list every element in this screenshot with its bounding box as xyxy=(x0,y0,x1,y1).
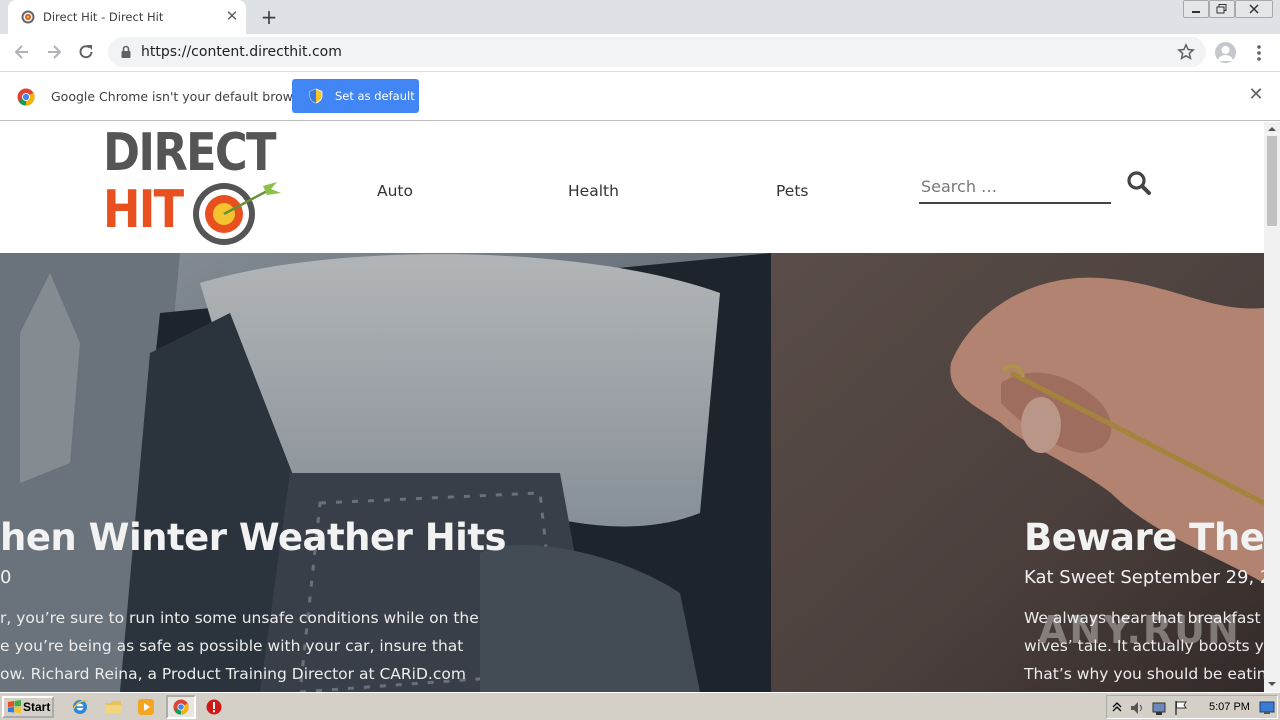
vertical-scrollbar[interactable] xyxy=(1264,122,1280,692)
taskbar-chrome-button[interactable] xyxy=(166,695,196,719)
site-favicon-icon xyxy=(21,10,35,24)
browser-toolbar: https://content.directhit.com xyxy=(0,34,1280,71)
target-arrow-icon xyxy=(193,182,281,245)
back-arrow-icon[interactable] xyxy=(12,42,32,62)
direct-hit-logo[interactable]: DIRECT HIT xyxy=(103,127,283,247)
new-tab-button[interactable]: + xyxy=(258,6,280,28)
tab-strip: Direct Hit - Direct Hit ✕ + xyxy=(0,0,1280,34)
article-title[interactable]: hen Winter Weather Hits xyxy=(0,516,507,559)
reload-icon[interactable] xyxy=(76,42,96,62)
scroll-up-arrow-icon[interactable] xyxy=(1268,125,1276,133)
profile-avatar-icon[interactable] xyxy=(1215,42,1236,63)
file-explorer-icon[interactable] xyxy=(104,698,122,716)
security-alert-icon[interactable] xyxy=(205,698,223,716)
minimize-button[interactable] xyxy=(1183,0,1209,18)
logo-line-hit: HIT xyxy=(103,180,184,240)
logo-line-direct: DIRECT xyxy=(103,123,276,183)
forward-arrow-icon[interactable] xyxy=(44,42,64,62)
volume-icon[interactable] xyxy=(1129,700,1145,716)
start-label: Start xyxy=(23,700,51,714)
article-meta: Kat Sweet September 29, 2 xyxy=(1024,567,1264,588)
url-text: https://content.directhit.com xyxy=(141,44,342,60)
page-viewport: DIRECT HIT Auto Health Pets Search … hen… xyxy=(0,122,1264,692)
article-title[interactable]: Beware These xyxy=(1024,516,1264,559)
close-window-icon xyxy=(1249,4,1259,14)
uac-shield-icon xyxy=(309,88,323,104)
start-button[interactable]: Start xyxy=(2,696,54,718)
tab-title: Direct Hit - Direct Hit xyxy=(43,10,164,24)
system-tray: 5:07 PM xyxy=(1106,695,1278,719)
excerpt-line: e you’re being as safe as possible with … xyxy=(0,637,464,655)
show-desktop-icon[interactable] xyxy=(1259,700,1275,716)
excerpt-line: That’s why you should be eatin xyxy=(1024,665,1264,683)
restore-icon xyxy=(1216,4,1227,14)
default-browser-infobar: Google Chrome isn't your default browser… xyxy=(0,71,1280,121)
windows-taskbar: Start 5:07 PM xyxy=(0,692,1280,720)
infobar-message: Google Chrome isn't your default browser xyxy=(51,89,313,104)
internet-explorer-icon[interactable] xyxy=(71,698,89,716)
excerpt-line: ow. Richard Reina, a Product Training Di… xyxy=(0,665,466,683)
clock[interactable]: 5:07 PM xyxy=(1209,701,1250,713)
tab-direct-hit[interactable]: Direct Hit - Direct Hit ✕ xyxy=(8,0,246,34)
article-meta: 0 xyxy=(0,567,12,588)
chrome-taskbar-icon xyxy=(173,699,189,715)
scroll-down-arrow-icon[interactable] xyxy=(1268,680,1276,688)
nav-health[interactable]: Health xyxy=(568,182,619,200)
action-center-flag-icon[interactable] xyxy=(1173,700,1189,716)
close-window-button[interactable] xyxy=(1235,0,1273,18)
network-icon[interactable] xyxy=(1151,700,1167,716)
windows-flag-icon xyxy=(8,700,21,713)
restore-button[interactable] xyxy=(1209,0,1235,18)
tab-close-icon[interactable]: ✕ xyxy=(224,8,240,24)
chrome-logo-icon xyxy=(17,88,35,106)
search-icon[interactable] xyxy=(1126,170,1152,196)
set-as-default-button[interactable]: Set as default xyxy=(292,79,419,113)
article-card-winter[interactable]: hen Winter Weather Hits 0 r, you’re sure… xyxy=(0,253,771,692)
anyrun-watermark: ANY.RUN xyxy=(1038,608,1241,652)
address-bar[interactable]: https://content.directhit.com xyxy=(108,37,1206,67)
set-as-default-label: Set as default xyxy=(335,89,415,103)
nav-pets[interactable]: Pets xyxy=(776,182,808,200)
article-excerpt: r, you’re sure to run into some unsafe c… xyxy=(0,604,479,688)
site-search xyxy=(919,172,1111,204)
nav-auto[interactable]: Auto xyxy=(377,182,413,200)
lock-icon xyxy=(121,45,131,58)
excerpt-line: r, you’re sure to run into some unsafe c… xyxy=(0,609,479,627)
show-hidden-icons-icon[interactable] xyxy=(1112,701,1122,713)
scrollbar-thumb[interactable] xyxy=(1267,136,1277,226)
chrome-menu-icon[interactable] xyxy=(1251,43,1267,63)
bookmark-star-icon[interactable] xyxy=(1177,43,1195,61)
infobar-close-icon[interactable]: ✕ xyxy=(1247,86,1265,104)
minimize-icon xyxy=(1192,11,1200,13)
search-input[interactable] xyxy=(919,172,1111,200)
media-player-icon[interactable] xyxy=(137,698,155,716)
